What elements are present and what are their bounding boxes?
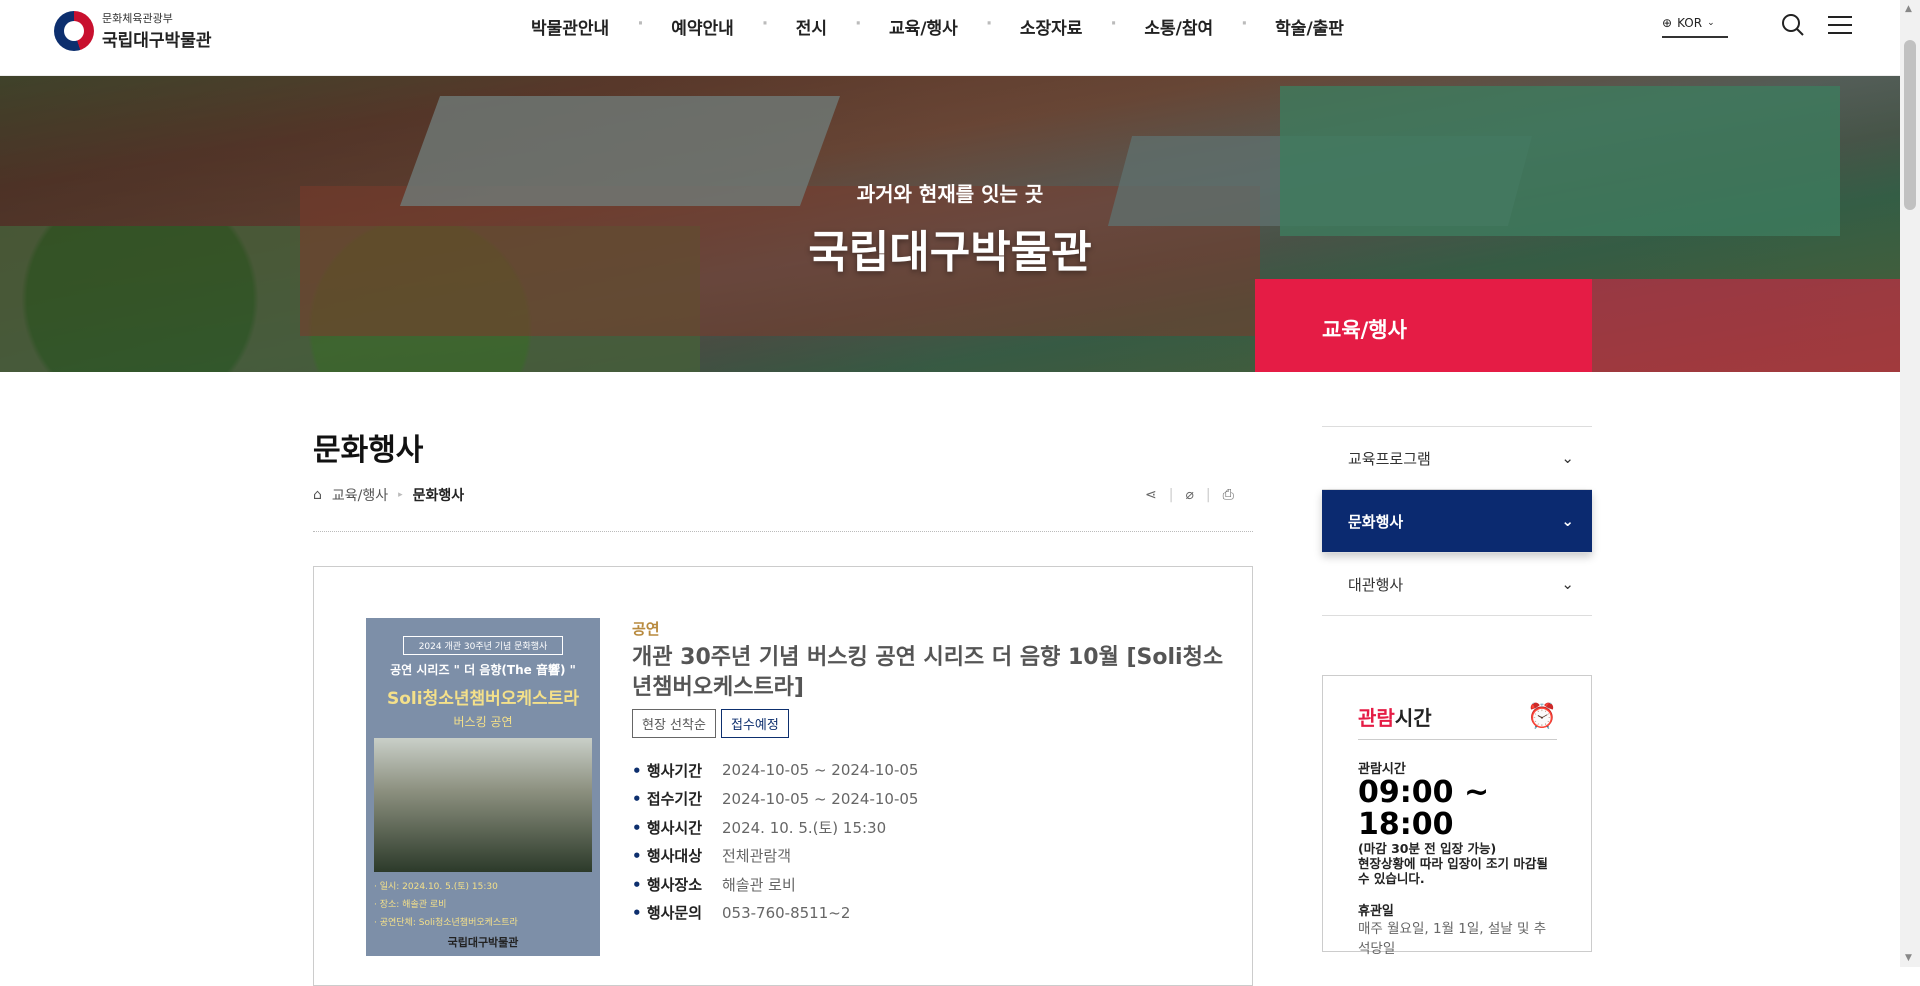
nav-exhibition[interactable]: 전시 bbox=[762, 14, 858, 39]
clock-icon: ⏰ bbox=[1527, 702, 1557, 730]
hours-note: (마감 30분 전 입장 가능) bbox=[1358, 841, 1497, 856]
event-poster: 2024 개관 30주년 기념 문화행사 공연 시리즈 " 더 음향(The 音… bbox=[366, 618, 600, 956]
chevron-down-icon: ⌄ bbox=[1561, 575, 1574, 593]
event-info: 공연 개관 30주년 기념 버스킹 공연 시리즈 더 음향 10월 [Soli청… bbox=[632, 618, 1232, 927]
badge-first-come: 현장 선착순 bbox=[632, 709, 716, 738]
page-title: 문화행사 bbox=[313, 433, 424, 468]
hero-title: 국립대구박물관 bbox=[808, 227, 1092, 278]
breadcrumb: ⌂ 교육/행사 ▸ 문화행사 bbox=[313, 485, 464, 505]
poster-logo: 국립대구박물관 bbox=[447, 936, 519, 949]
hero-subtitle: 과거와 현재를 잇는 곳 bbox=[856, 182, 1044, 206]
hero-photo-roof bbox=[1280, 86, 1840, 236]
site-header: 문화체육관광부 국립대구박물관 박물관안내 예약안내 전시 교육/행사 소장자료… bbox=[0, 0, 1900, 76]
event-title: 개관 30주년 기념 버스킹 공연 시리즈 더 음향 10월 [Soli청소년챔… bbox=[632, 645, 1224, 700]
side-item-label: 대관행사 bbox=[1348, 575, 1404, 594]
nav-community[interactable]: 소통/참여 bbox=[1110, 14, 1244, 39]
detail-row: 접수기간2024-10-05 ~ 2024-10-05 bbox=[632, 785, 1232, 814]
museum-name: 국립대구박물관 bbox=[102, 31, 212, 51]
event-details: 행사기간2024-10-05 ~ 2024-10-05 접수기간2024-10-… bbox=[632, 756, 1232, 927]
side-item-education-program[interactable]: 교육프로그램 ⌄ bbox=[1322, 427, 1592, 490]
breadcrumb-current: 문화행사 bbox=[412, 488, 465, 504]
museum-logo[interactable]: 문화체육관광부 국립대구박물관 bbox=[54, 10, 211, 51]
chevron-down-icon: ⌄ bbox=[1707, 18, 1715, 28]
scrollbar[interactable]: ▲ ▼ bbox=[1900, 0, 1920, 967]
side-menu: 교육프로그램 ⌄ 문화행사 ⌄ 대관행사 ⌄ bbox=[1322, 426, 1592, 616]
nav-education[interactable]: 교육/행사 bbox=[855, 14, 989, 39]
detail-row: 행사문의053-760-8511~2 bbox=[632, 899, 1232, 928]
scroll-up-icon[interactable]: ▲ bbox=[1905, 4, 1912, 14]
globe-icon: ⊕ bbox=[1662, 16, 1673, 30]
home-icon[interactable]: ⌂ bbox=[313, 487, 322, 503]
detail-value: 2024-10-05 ~ 2024-10-05 bbox=[722, 761, 919, 780]
menu-icon[interactable] bbox=[1828, 14, 1852, 42]
hero-category: 교육/행사 bbox=[1255, 279, 1592, 372]
detail-value: 2024-10-05 ~ 2024-10-05 bbox=[722, 789, 919, 808]
detail-row: 행사대상전체관람객 bbox=[632, 842, 1232, 871]
poster-text: · 일시: 2024.10. 5.(토) 15:30 bbox=[374, 882, 498, 892]
detail-value: 2024. 10. 5.(토) 15:30 bbox=[722, 818, 887, 837]
link-icon[interactable]: ⌀ bbox=[1185, 487, 1193, 503]
hours-time: 09:00 ~ 18:00 bbox=[1358, 775, 1490, 842]
share-icon[interactable]: ⋖ bbox=[1145, 487, 1157, 503]
hours-title-red: 관람 bbox=[1358, 706, 1395, 730]
side-item-rental-events[interactable]: 대관행사 ⌄ bbox=[1322, 553, 1592, 616]
detail-value: 전체관람객 bbox=[722, 847, 792, 866]
taegeuk-logo-icon bbox=[54, 10, 94, 51]
detail-label: 행사문의 bbox=[632, 902, 722, 923]
detail-row: 행사기간2024-10-05 ~ 2024-10-05 bbox=[632, 756, 1232, 785]
detail-label: 행사기간 bbox=[632, 760, 722, 781]
closed-label: 휴관일 bbox=[1358, 904, 1394, 919]
badge-status: 접수예정 bbox=[720, 709, 789, 738]
opening-hours-box: 관람시간 ⏰ 관람시간 09:00 ~ 18:00 (마감 30분 전 입장 가능… bbox=[1322, 675, 1592, 957]
poster-text: 공연 시리즈 " 더 음향(The 音響) " bbox=[390, 663, 576, 677]
search-icon[interactable] bbox=[1780, 12, 1806, 44]
nav-collection[interactable]: 소장자료 bbox=[986, 14, 1114, 39]
detail-label: 행사대상 bbox=[632, 845, 722, 866]
detail-label: 접수기간 bbox=[632, 788, 722, 809]
nav-publication[interactable]: 학술/출판 bbox=[1241, 14, 1375, 39]
detail-row: 행사장소해솔관 로비 bbox=[632, 870, 1232, 899]
scrollbar-thumb[interactable] bbox=[1904, 40, 1916, 210]
side-item-label: 문화행사 bbox=[1348, 512, 1404, 531]
detail-label: 행사시간 bbox=[632, 817, 722, 838]
side-item-cultural-events[interactable]: 문화행사 ⌄ bbox=[1322, 490, 1592, 553]
side-item-label: 교육프로그램 bbox=[1348, 449, 1431, 468]
poster-details: · 일시: 2024.10. 5.(토) 15:30 · 장소: 해솔관 로비 … bbox=[366, 872, 600, 932]
event-category: 공연 bbox=[632, 620, 660, 638]
scroll-down-icon[interactable]: ▼ bbox=[1905, 953, 1912, 963]
chevron-down-icon: ⌄ bbox=[1561, 512, 1574, 530]
nav-reservation[interactable]: 예약안내 bbox=[637, 14, 765, 39]
detail-value: 해솔관 로비 bbox=[722, 875, 796, 894]
language-value: KOR bbox=[1677, 16, 1703, 30]
ministry-name: 문화체육관광부 bbox=[102, 12, 173, 25]
hours-title: 시간 bbox=[1394, 706, 1432, 730]
chevron-down-icon: ⌄ bbox=[1561, 449, 1574, 467]
poster-text: · 공연단체: Soli청소년챔버오케스트라 bbox=[374, 918, 518, 928]
poster-photo bbox=[374, 738, 592, 872]
detail-row: 행사시간2024. 10. 5.(토) 15:30 bbox=[632, 813, 1232, 842]
divider bbox=[313, 531, 1253, 532]
nav-museum-info[interactable]: 박물관안내 bbox=[500, 14, 640, 39]
detail-label: 행사장소 bbox=[632, 874, 722, 895]
poster-text: 버스킹 공연 bbox=[453, 715, 513, 729]
language-select[interactable]: ⊕ KOR ⌄ bbox=[1662, 16, 1728, 38]
poster-text: · 장소: 해솔관 로비 bbox=[374, 900, 447, 910]
hours-note: 현장상황에 따라 입장이 조기 마감될 수 있습니다. bbox=[1358, 856, 1548, 886]
breadcrumb-arrow-icon: ▸ bbox=[398, 490, 403, 500]
main-nav: 박물관안내 예약안내 전시 교육/행사 소장자료 소통/참여 학술/출판 bbox=[500, 14, 1375, 39]
closed-days: 매주 월요일, 1월 1일, 설날 및 추석당일 bbox=[1358, 921, 1547, 957]
detail-value: 053-760-8511~2 bbox=[722, 903, 851, 922]
poster-text: 2024 개관 30주년 기념 문화행사 bbox=[403, 636, 563, 655]
print-icon[interactable]: ⎙ bbox=[1223, 487, 1234, 503]
hero-category-band bbox=[1592, 279, 1900, 372]
breadcrumb-item[interactable]: 교육/행사 bbox=[332, 485, 388, 505]
poster-text: Soli청소년챔버오케스트라 bbox=[387, 689, 579, 709]
page-tools: ⋖ | ⌀ | ⎙ bbox=[1145, 487, 1234, 503]
